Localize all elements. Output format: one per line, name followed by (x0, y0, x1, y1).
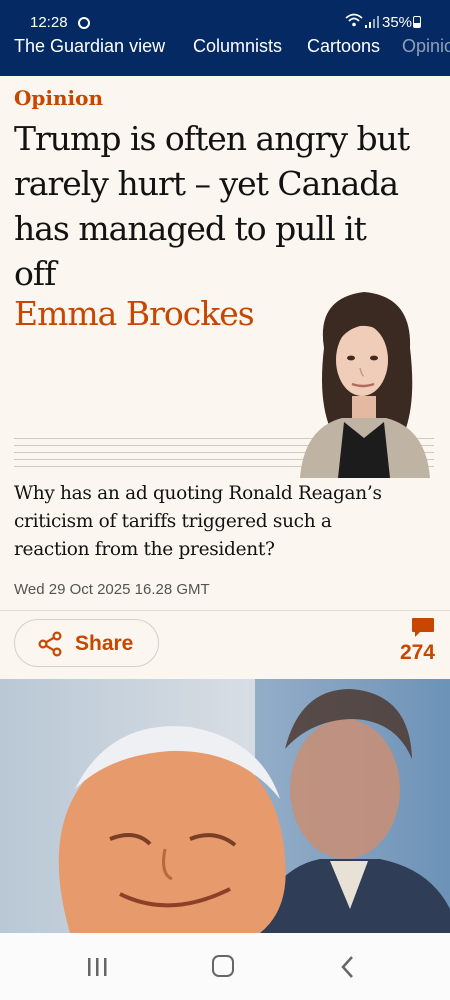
nav-item-columnists[interactable]: Columnists (193, 36, 282, 57)
status-time: 12:28 (30, 14, 68, 31)
headline-line: rarely hurt – yet Canada (14, 164, 399, 203)
hero-image (0, 679, 450, 933)
standfirst-line: Why has an ad quoting Ronald Reagan’s (14, 483, 382, 504)
comment-count[interactable]: 274 (400, 641, 435, 665)
battery-level: 35% (382, 14, 413, 31)
notification-icon (78, 17, 90, 29)
share-button[interactable]: Share (14, 619, 159, 667)
status-bar: 12:28 35% (0, 0, 450, 32)
headline-line: off (14, 254, 56, 293)
nav-item-opinion[interactable]: Opinion (402, 36, 450, 57)
section-nav: The Guardian view Columnists Cartoons Op… (0, 36, 450, 62)
back-icon[interactable] (340, 955, 356, 979)
publish-date: Wed 29 Oct 2025 16.28 GMT (14, 581, 210, 598)
battery-icon (413, 16, 421, 28)
comment-icon[interactable] (411, 617, 435, 639)
headline-line: Trump is often angry but (14, 119, 410, 158)
nav-item-cartoons[interactable]: Cartoons (307, 36, 380, 57)
article-header: Opinion Trump is often angry but rarely … (0, 76, 450, 610)
author-portrait (300, 292, 430, 478)
signal-icon (365, 16, 379, 28)
section-kicker[interactable]: Opinion (14, 86, 103, 110)
article-actions: Share 274 (0, 611, 450, 679)
system-nav-bar (0, 933, 450, 1000)
wifi-icon (345, 13, 363, 27)
share-label: Share (75, 632, 134, 655)
byline[interactable]: Emma Brockes (14, 294, 255, 333)
headline: Trump is often angry but rarely hurt – y… (14, 116, 444, 296)
share-icon (38, 631, 62, 657)
home-icon[interactable] (212, 955, 234, 977)
standfirst-line: reaction from the president? (14, 539, 275, 560)
standfirst-line: criticism of tariffs triggered such a (14, 511, 332, 532)
app-header: 12:28 35% The Guardian view Columnists C… (0, 0, 450, 76)
nav-item-guardian-view[interactable]: The Guardian view (14, 36, 165, 57)
standfirst: Why has an ad quoting Ronald Reagan’s cr… (14, 480, 434, 564)
recent-apps-icon[interactable] (86, 957, 108, 977)
headline-line: has managed to pull it (14, 209, 367, 248)
